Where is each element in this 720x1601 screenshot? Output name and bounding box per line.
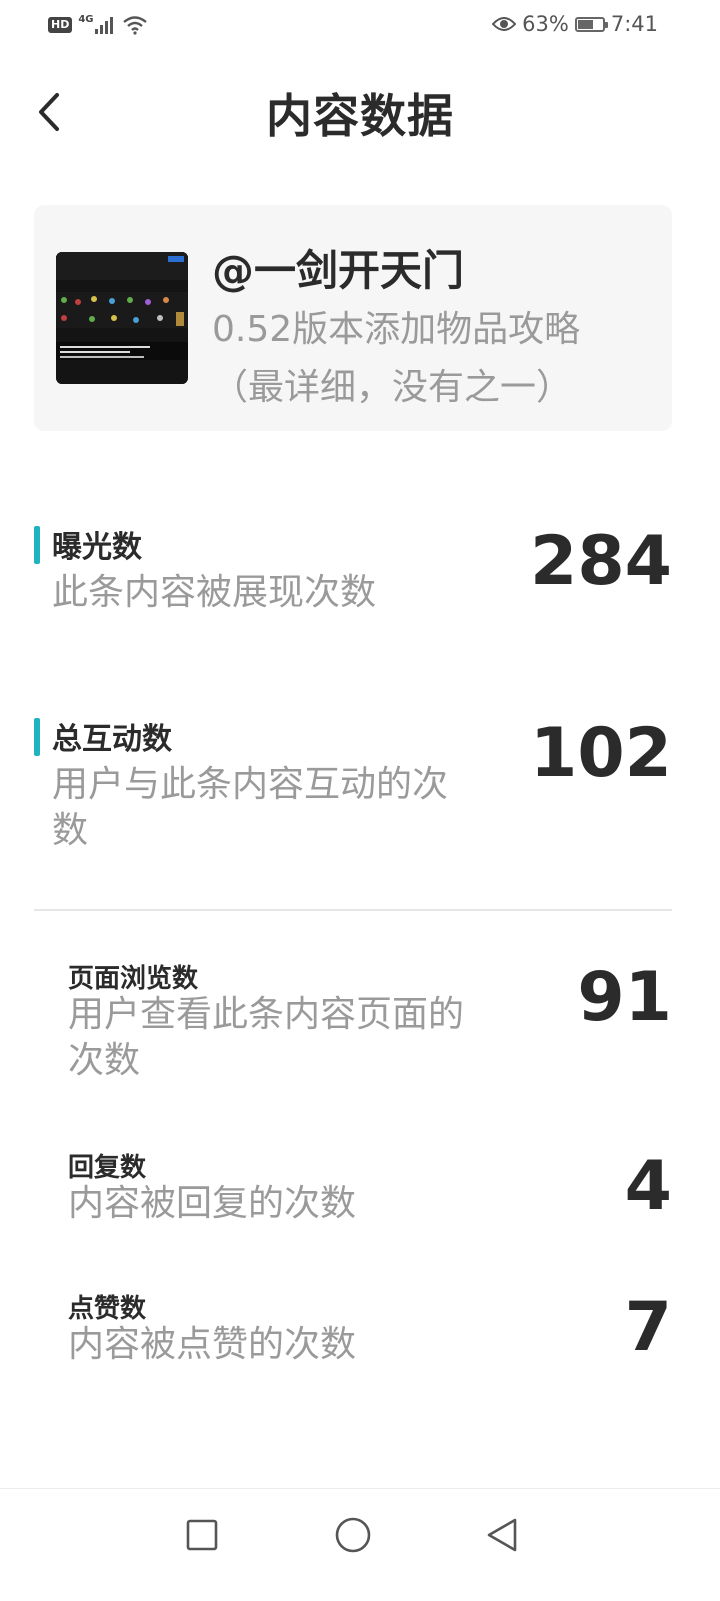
battery-fill xyxy=(577,19,593,29)
submetric-label: 页面浏览数 xyxy=(68,964,199,994)
content-thumbnail xyxy=(56,252,188,384)
status-right: 63% 7:41 xyxy=(492,10,658,38)
submetric-description: 内容被回复的次数 xyxy=(68,1183,357,1224)
square-icon xyxy=(186,1519,218,1551)
wifi-icon xyxy=(122,16,147,35)
submetric-description: 用户查看此条内容页面的次数 xyxy=(68,994,465,1081)
triangle-back-icon xyxy=(487,1518,517,1552)
submetric-description: 内容被点赞的次数 xyxy=(68,1324,357,1365)
metric-description: 用户与此条内容互动的次数 xyxy=(52,764,449,851)
system-back-button[interactable] xyxy=(472,1505,532,1565)
eye-icon xyxy=(492,17,517,31)
home-button[interactable] xyxy=(323,1505,383,1565)
battery-percent: 63% xyxy=(522,12,569,36)
game-screenshot-image xyxy=(56,252,188,384)
network-type: 4G xyxy=(78,13,94,25)
battery-icon xyxy=(574,16,608,32)
submetric-likes: 点赞数 内容被点赞的次数 7 xyxy=(68,1288,672,1388)
submetric-page-views: 页面浏览数 用户查看此条内容页面的次数 91 xyxy=(68,958,672,1108)
page-title: 内容数据 xyxy=(266,89,454,143)
recent-apps-button[interactable] xyxy=(172,1505,232,1565)
circle-icon xyxy=(335,1517,371,1553)
submetric-label: 点赞数 xyxy=(68,1294,147,1324)
clock: 7:41 xyxy=(610,12,658,36)
metric-value: 284 xyxy=(530,522,672,601)
submetric-value: 4 xyxy=(624,1147,672,1226)
submetric-replies: 回复数 内容被回复的次数 4 xyxy=(68,1147,672,1247)
content-title: 0.52版本添加物品攻略（最详细，没有之一） xyxy=(212,309,581,408)
status-bar: HD 4G 63% 7:41 xyxy=(0,0,720,50)
submetric-value: 7 xyxy=(624,1288,672,1367)
metric-value: 102 xyxy=(530,714,672,793)
metric-interactions: 总互动数 用户与此条内容互动的次数 102 xyxy=(34,714,672,874)
content-card[interactable]: @一剑开天门 0.52版本添加物品攻略（最详细，没有之一） xyxy=(34,205,672,431)
metric-label: 曝光数 xyxy=(52,530,142,565)
submetric-label: 回复数 xyxy=(68,1153,147,1183)
header: 内容数据 xyxy=(0,62,720,162)
signal-icon xyxy=(94,17,113,34)
divider xyxy=(34,909,672,911)
status-left: HD 4G xyxy=(48,12,148,38)
accent-bar xyxy=(34,526,40,564)
submetric-value: 91 xyxy=(577,958,672,1037)
metric-description: 此条内容被展现次数 xyxy=(52,572,377,613)
system-nav-bar xyxy=(0,1488,720,1601)
hd-badge: HD xyxy=(48,17,73,33)
content-author: @一剑开天门 xyxy=(212,246,465,295)
metric-exposure: 曝光数 此条内容被展现次数 284 xyxy=(34,522,672,642)
accent-bar xyxy=(34,718,40,756)
metric-label: 总互动数 xyxy=(52,722,172,757)
